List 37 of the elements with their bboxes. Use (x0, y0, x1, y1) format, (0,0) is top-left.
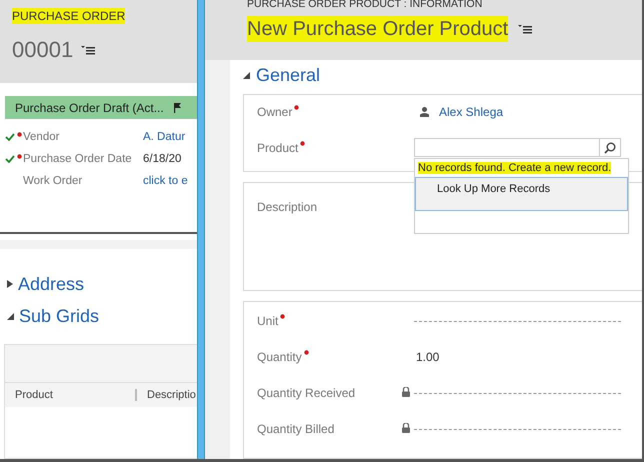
expand-triangle-icon[interactable] (7, 280, 13, 288)
field-label: Owner (257, 105, 292, 119)
field-label: Quantity Received (257, 386, 356, 400)
field-label: Vendor (23, 131, 60, 143)
owner-link[interactable]: Alex Shlega (439, 105, 504, 119)
field-value[interactable]: 1.00 (414, 350, 634, 364)
collapse-triangle-icon[interactable] (243, 72, 250, 78)
field-label: Unit (257, 314, 278, 328)
look-up-more-records-item[interactable]: Look Up More Records (415, 177, 628, 211)
lock-icon (402, 423, 410, 433)
lock-icon (402, 387, 410, 397)
menu-icon[interactable] (81, 46, 96, 54)
lookup-field[interactable] (414, 138, 621, 157)
field-label: Description (257, 200, 318, 214)
collapse-triangle-icon[interactable] (7, 312, 14, 320)
field-value-link[interactable]: A. Datur (143, 131, 197, 143)
field-label: Purchase Order Date (23, 153, 132, 165)
no-records-message: No records found. Create a new record. (418, 162, 612, 174)
entity-type: PURCHASE ORDER (12, 8, 126, 24)
column-header[interactable]: Descriptio (137, 389, 196, 401)
process-stage[interactable]: Purchase Order Draft (Act... (5, 96, 197, 119)
field-value: 6/18/20 (143, 153, 182, 165)
section-title[interactable]: Address (18, 274, 84, 294)
field-label: Quantity (257, 350, 302, 364)
field-label: Quantity Billed (257, 422, 334, 436)
section-title[interactable]: Sub Grids (19, 306, 100, 326)
flag-icon (174, 102, 181, 112)
section-title[interactable]: General (256, 64, 320, 86)
form-header: PURCHASE ORDER PRODUCT : INFORMATION (247, 0, 484, 9)
person-icon (420, 107, 429, 117)
field-label: Product (257, 141, 298, 155)
field-value-link[interactable]: click to e (143, 175, 197, 187)
field-label: Work Order (23, 175, 82, 187)
column-header[interactable]: Product (5, 389, 137, 401)
record-name: 00001 (12, 37, 74, 63)
record-title: New Purchase Order Product (247, 16, 508, 42)
menu-icon[interactable] (518, 24, 532, 34)
